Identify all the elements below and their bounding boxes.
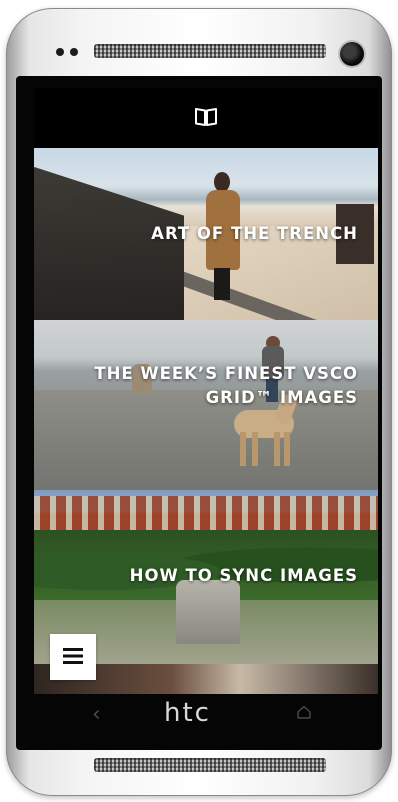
hamburger-menu-icon: [63, 647, 83, 667]
device-nav-bar: ‹ htc: [34, 694, 378, 738]
feed-card-art-of-the-trench[interactable]: ART OF THE TRENCH: [34, 148, 378, 320]
sensor-dot: [70, 48, 78, 56]
card-photo-fountain: [176, 580, 240, 644]
home-icon[interactable]: [296, 704, 312, 725]
app-bar: [34, 88, 378, 146]
brand-logo: htc: [164, 698, 211, 728]
front-camera: [340, 42, 364, 66]
menu-button[interactable]: [50, 634, 96, 680]
feed-card-title: HOW TO SYNC IMAGES: [129, 566, 358, 585]
feed-card-vsco-grid-images[interactable]: THE WEEK’S FINEST VSCO GRID™ IMAGES: [34, 320, 378, 490]
sensor-dots: [56, 48, 78, 56]
feed-card-title: THE WEEK’S FINEST VSCO GRID™ IMAGES: [94, 364, 358, 407]
bottom-speaker: [94, 758, 326, 772]
back-icon[interactable]: ‹: [92, 702, 101, 727]
book-icon[interactable]: [195, 107, 217, 127]
sensor-dot: [56, 48, 64, 56]
feed-card-title: ART OF THE TRENCH: [151, 224, 358, 243]
app-screen: ART OF THE TRENCH THE WEEK’S FINEST VSCO…: [34, 88, 378, 694]
earpiece-speaker: [94, 44, 326, 58]
